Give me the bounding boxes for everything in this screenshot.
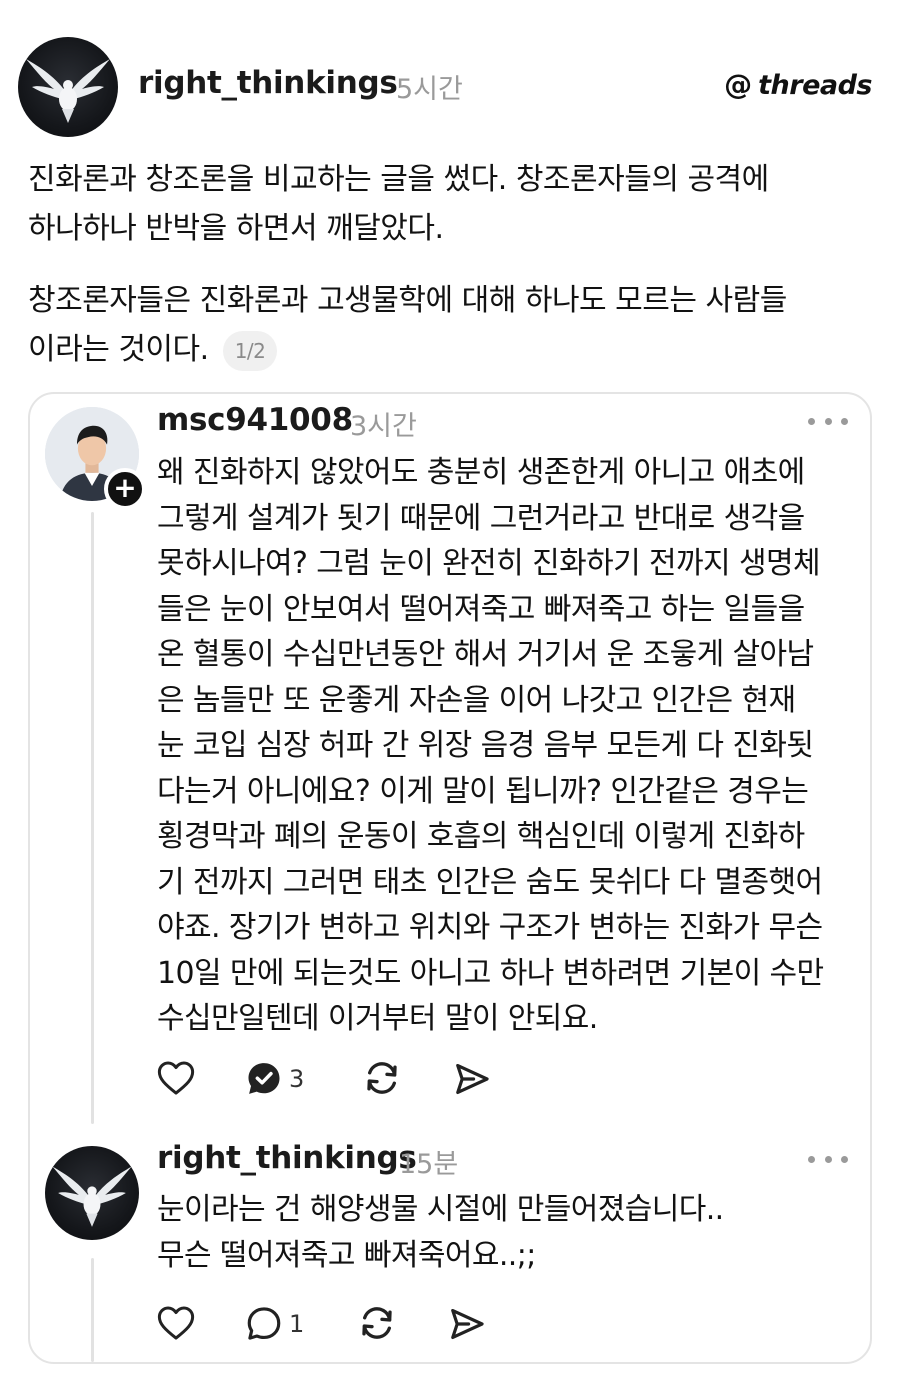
- reply2-author-avatar[interactable]: [45, 1146, 139, 1240]
- reply-line: 그렇게 설계가 됫기 때문에 그런거라고 반대로 생각을: [157, 500, 805, 536]
- threads-icon: @: [724, 68, 753, 101]
- reply-line: 왜 진화하지 않았어도 충분히 생존한게 아니고 애초에: [157, 455, 805, 490]
- reply-line: 10일 만에 되는것도 아니고 하나 변하려면 기본이 수만: [157, 955, 824, 991]
- reply-line: 다는거 아니에요? 이게 말이 됩니까? 인간같은 경우는: [157, 773, 809, 809]
- more-options-button[interactable]: [808, 1151, 848, 1167]
- send-icon: [451, 1308, 484, 1340]
- reply-line: 기 전까지 그러면 태초 인간은 숨도 못쉬다 다 멸종햇어: [157, 864, 823, 900]
- comment-icon: [247, 1307, 281, 1340]
- reply-text: 왜 진화하지 않았어도 충분히 생존한게 아니고 애초에 그렇게 설계가 됫기 …: [157, 450, 847, 1042]
- post-author-avatar[interactable]: [18, 37, 118, 137]
- dove-image: [26, 59, 110, 123]
- reply-count: 3: [289, 1065, 305, 1093]
- reply-line: 은 놈들만 또 운좋게 자손을 이어 나갓고 인간은 현재: [157, 682, 796, 718]
- comment-button[interactable]: 3: [245, 1060, 304, 1098]
- threads-logo: @ threads: [724, 68, 872, 102]
- reply2-text: 눈이라는 건 해양생물 시절에 만들어졌습니다.. 무슨 떨어져죽고 빠져죽어요…: [157, 1187, 847, 1279]
- post-line: 이라는 것이다. 1/2: [28, 325, 878, 374]
- dove-image: [52, 1166, 132, 1227]
- reply2-author-name[interactable]: right_thinkings: [157, 1140, 417, 1176]
- share-button[interactable]: [452, 1060, 492, 1098]
- reply-count: 1: [289, 1310, 305, 1338]
- threads-wordmark: threads: [758, 69, 872, 101]
- post-line: 하나하나 반박을 하면서 깨달았다.: [28, 211, 444, 246]
- share-button[interactable]: [447, 1305, 487, 1343]
- reply-author-name[interactable]: msc941008: [157, 402, 353, 438]
- post-paragraph-2: 창조론자들은 진화론과 고생물학에 대해 하나도 모르는 사람들 이라는 것이다…: [28, 276, 878, 374]
- reply-line: 야죠. 장기가 변하고 위치와 구조가 변하는 진화가 무슨: [157, 910, 823, 945]
- follow-button[interactable]: +: [104, 468, 146, 510]
- comment-button[interactable]: 1: [245, 1305, 304, 1343]
- reply-time: 3시간: [350, 411, 417, 442]
- post-line: 창조론자들은 진화론과 고생물학에 대해 하나도 모르는 사람들: [28, 283, 787, 318]
- send-icon: [456, 1063, 489, 1095]
- repost-icon: [362, 1307, 392, 1339]
- reply-line: 못하시나여? 그럼 눈이 완전히 진화하기 전까지 생명체: [157, 546, 821, 581]
- page-indicator: 1/2: [222, 330, 278, 371]
- more-icon: [808, 417, 815, 425]
- reply-line: 횡경막과 폐의 운동이 호흡의 핵심인데 이렇게 진화하: [157, 819, 805, 854]
- repost-icon: [367, 1062, 397, 1094]
- reply-line: 들은 눈이 안보여서 떨어져죽고 빠져죽고 하는 일들을: [157, 591, 805, 627]
- reply-line: 눈이라는 건 해양생물 시절에 만들어졌습니다..: [157, 1192, 724, 1227]
- post-time: 5시간: [396, 74, 463, 105]
- like-button[interactable]: [157, 1305, 195, 1341]
- repost-button[interactable]: [357, 1303, 397, 1343]
- heart-icon: [157, 1306, 195, 1340]
- reply2-time: 15분: [399, 1149, 459, 1180]
- comment-icon: [248, 1063, 280, 1094]
- repost-button[interactable]: [362, 1058, 402, 1098]
- like-button[interactable]: [157, 1060, 195, 1096]
- more-options-button[interactable]: [808, 413, 848, 429]
- thread-connector: [91, 512, 94, 1124]
- reply-line: 수십만일텐데 이거부터 말이 안되요.: [157, 1001, 598, 1036]
- post-paragraph-1: 진화론과 창조론을 비교하는 글을 썼다. 창조론자들의 공격에 하나하나 반박…: [28, 155, 878, 253]
- reply-line: 눈 코입 심장 허파 간 위장 음경 음부 모든게 다 진화됫: [157, 728, 814, 763]
- post-author-name[interactable]: right_thinkings: [138, 65, 398, 101]
- thread-connector: [91, 1258, 94, 1362]
- post-line: 진화론과 창조론을 비교하는 글을 썼다. 창조론자들의 공격에: [28, 162, 769, 197]
- heart-icon: [157, 1061, 195, 1095]
- reply-line: 온 혈통이 수십만년동안 해서 거기서 운 조읗게 살아남: [157, 637, 814, 672]
- more-icon: [808, 1155, 815, 1163]
- reply-line: 무슨 떨어져죽고 빠져죽어요..;;: [157, 1238, 536, 1273]
